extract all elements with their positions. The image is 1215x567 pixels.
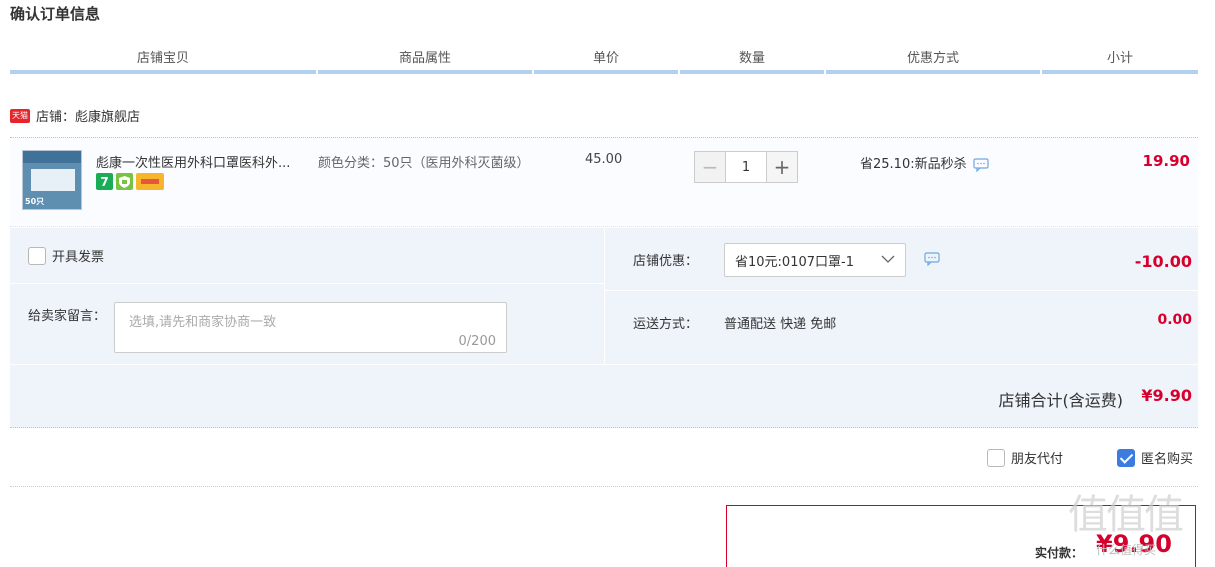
message-placeholder: 选填,请先和商家协商一致 [129,315,277,330]
invoice-checkbox[interactable] [28,246,46,265]
shipping-fee: 0.00 [1157,312,1192,328]
chat-bubble-icon[interactable] [973,158,989,172]
friend-pay-label: 朋友代付 [1011,452,1064,467]
shipping-label: 运送方式： [633,317,699,332]
seven-day-return-icon[interactable]: 7 [96,173,113,190]
shop-discount-shipping-panel: 店铺优惠： 省10元:0107口罩-1 -10.00 运送方式： 普通配送 快递… [605,228,1198,364]
store-discount-selected: 省10元:0107口罩-1 [735,254,854,270]
chat-bubble-icon[interactable] [924,252,940,266]
tmall-icon: 天猫 [10,108,30,123]
order-item: 50只 彪康一次性医用外科口罩医科外... 7 颜色分类：50只（医用外科灭菌级… [10,137,1198,227]
watermark-site: 什么值得买 [1096,543,1157,557]
unit-price: 45.00 [585,152,623,167]
increase-quantity-button[interactable]: + [766,151,798,183]
quantity-stepper: − + [694,151,798,183]
page-title: 确认订单信息 [10,5,101,23]
col-header-quantity: 数量 [680,50,824,74]
shipping-method: 普通配送 快递 免邮 [724,317,837,332]
watermark-logo: 值值值 [1068,492,1184,538]
service-badges: 7 [96,173,164,190]
guarantee-shield-icon[interactable] [116,173,133,190]
col-header-discount: 优惠方式 [826,50,1040,74]
item-discount: 省25.10:新品秒杀 [860,152,989,172]
message-label: 给卖家留言： [28,309,107,324]
chevron-down-icon [881,255,895,263]
item-discount-text: 省25.10:新品秒杀 [860,156,967,172]
friend-pay-checkbox[interactable] [987,448,1005,467]
col-header-subtotal: 小计 [1042,50,1198,74]
shop-name[interactable]: 店铺：彪康旗舰店 [36,106,140,125]
store-discount-label: 店铺优惠： [633,254,699,269]
anonymous-purchase-option[interactable]: 匿名购买 [1117,448,1193,467]
invoice-option[interactable]: 开具发票 [28,246,104,265]
seller-message-field[interactable]: 选填,请先和商家协商一致 0/200 [114,302,507,353]
decrease-quantity-button[interactable]: − [694,151,726,183]
product-attribute: 颜色分类：50只（医用外科灭菌级） [318,156,530,171]
credit-card-icon[interactable] [136,173,164,190]
product-thumbnail[interactable]: 50只 [22,150,82,210]
invoice-message-panel: 开具发票 给卖家留言： 选填,请先和商家协商一致 0/200 [10,228,604,364]
store-total-label: 店铺合计(含运费) [998,391,1124,410]
col-header-shop-item: 店铺宝贝 [10,50,316,74]
col-header-unit-price: 单价 [534,50,678,74]
item-subtotal: 19.90 [1142,152,1190,170]
quantity-input[interactable] [726,151,766,183]
invoice-label: 开具发票 [52,250,105,265]
store-discount-select[interactable]: 省10元:0107口罩-1 [724,243,906,277]
shop-row: 天猫 店铺：彪康旗舰店 [10,106,140,125]
store-discount-amount: -10.00 [1134,252,1192,271]
store-total-row: 店铺合计(含运费) ¥9.90 [10,365,1198,428]
payment-label: 实付款： [1035,546,1084,560]
store-total-amount: ¥9.90 [1141,386,1192,405]
col-header-attributes: 商品属性 [318,50,532,74]
divider [10,486,1198,487]
anonymous-purchase-checkbox[interactable] [1117,448,1135,467]
anonymous-purchase-label: 匿名购买 [1141,452,1194,467]
friend-pay-option[interactable]: 朋友代付 [987,448,1063,467]
product-title[interactable]: 彪康一次性医用外科口罩医科外... [96,152,312,171]
message-char-count: 0/200 [458,334,496,349]
